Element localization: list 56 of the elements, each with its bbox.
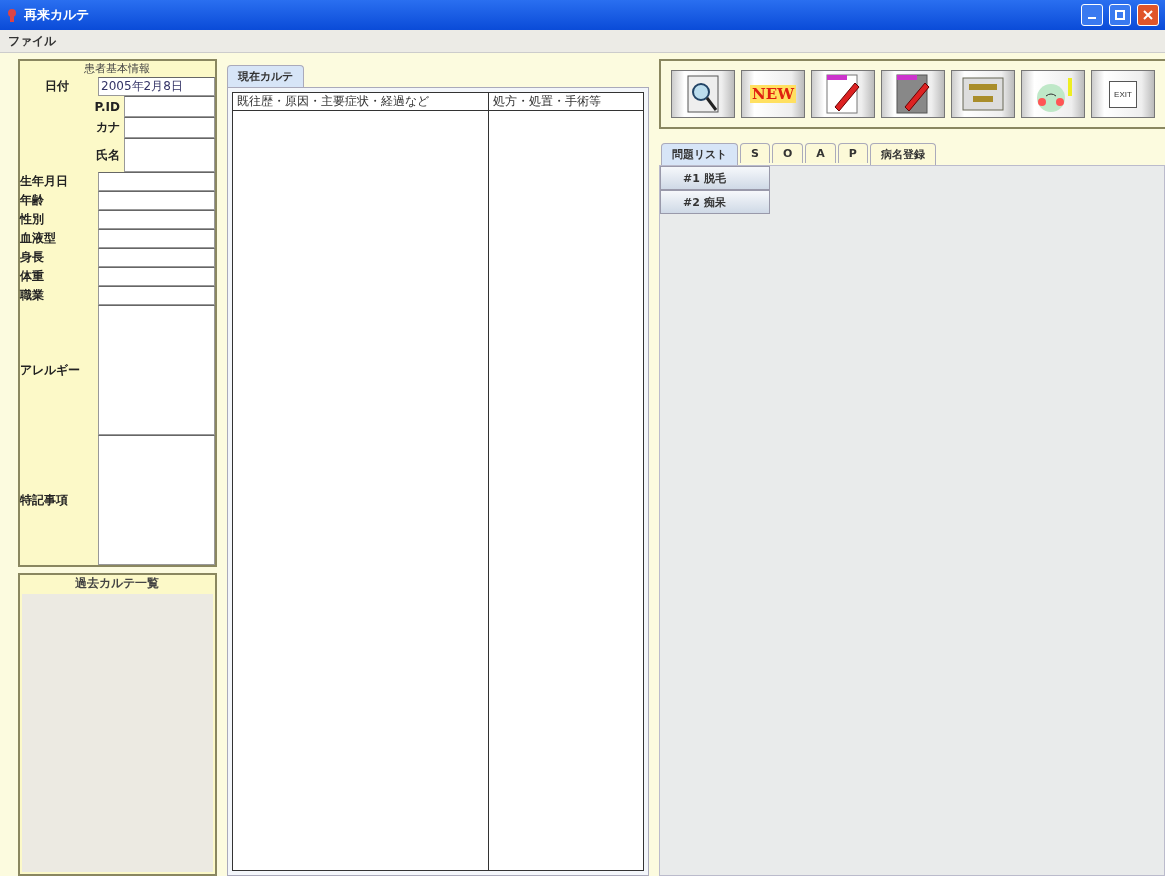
- field-label: 身長: [20, 249, 45, 266]
- window-title: 再来カルテ: [24, 6, 90, 24]
- tab[interactable]: A: [805, 143, 836, 163]
- input-field[interactable]: [98, 210, 215, 229]
- exit-button[interactable]: EXIT: [1091, 70, 1155, 118]
- field-label: 職業: [20, 287, 45, 304]
- tab[interactable]: 現在カルテ: [226, 65, 304, 87]
- input-field[interactable]: [124, 138, 215, 172]
- column-header: 処方・処置・手術等: [488, 93, 643, 111]
- text-area[interactable]: [98, 305, 215, 435]
- toolbar-button[interactable]: [671, 70, 735, 118]
- tab[interactable]: 問題リスト: [661, 143, 738, 165]
- tab[interactable]: P: [837, 143, 868, 163]
- column-header: 既往歴・原因・主要症状・経過など: [232, 93, 489, 111]
- input-field[interactable]: [98, 191, 215, 210]
- input-field[interactable]: [98, 267, 215, 286]
- minimize-button[interactable]: [1081, 4, 1103, 26]
- field-label: 生年月日: [20, 173, 69, 190]
- toolbar-button[interactable]: [1021, 70, 1085, 118]
- field-label: 氏名: [95, 146, 121, 164]
- field-label: 体重: [20, 268, 45, 285]
- app-icon: [6, 8, 18, 22]
- field-label: 血液型: [20, 230, 57, 247]
- input-field[interactable]: [124, 96, 215, 117]
- tab[interactable]: O: [771, 143, 804, 163]
- close-icon: [1143, 10, 1153, 20]
- toolbar-button[interactable]: [811, 70, 875, 118]
- field-label: アレルギー: [20, 361, 81, 379]
- problem-button[interactable]: #2 痴呆: [660, 190, 770, 214]
- tab[interactable]: 病名登録: [869, 143, 936, 165]
- problem-button[interactable]: #1 脱毛: [660, 166, 770, 190]
- input-field[interactable]: [98, 229, 215, 248]
- field-label: P.ID: [93, 99, 121, 114]
- maximize-icon: [1115, 10, 1125, 20]
- field-label: カナ: [95, 119, 121, 136]
- toolbar-button[interactable]: [951, 70, 1015, 118]
- input-field[interactable]: [98, 286, 215, 305]
- panel-title: 過去カルテ一覧: [74, 575, 161, 592]
- panel-title: 患者基本情報: [83, 61, 152, 76]
- magnifier-icon: [686, 74, 720, 114]
- field-label: 日付: [44, 77, 70, 95]
- field-label: 性別: [20, 211, 45, 228]
- maximize-button[interactable]: [1109, 4, 1131, 26]
- tab[interactable]: S: [740, 143, 770, 163]
- toolbar-button[interactable]: [881, 70, 945, 118]
- board-icon: [961, 74, 1005, 114]
- field-label: 年齢: [20, 192, 45, 209]
- input-field[interactable]: [124, 117, 215, 138]
- close-button[interactable]: [1137, 4, 1159, 26]
- date-field[interactable]: 2005年2月8日: [98, 76, 215, 96]
- new-button[interactable]: NEW: [741, 70, 805, 118]
- menu-item[interactable]: ファイル: [8, 32, 56, 50]
- field-label: 特記事項: [20, 491, 69, 509]
- text-area[interactable]: [98, 435, 215, 565]
- input-field[interactable]: [98, 248, 215, 267]
- input-field[interactable]: [98, 172, 215, 191]
